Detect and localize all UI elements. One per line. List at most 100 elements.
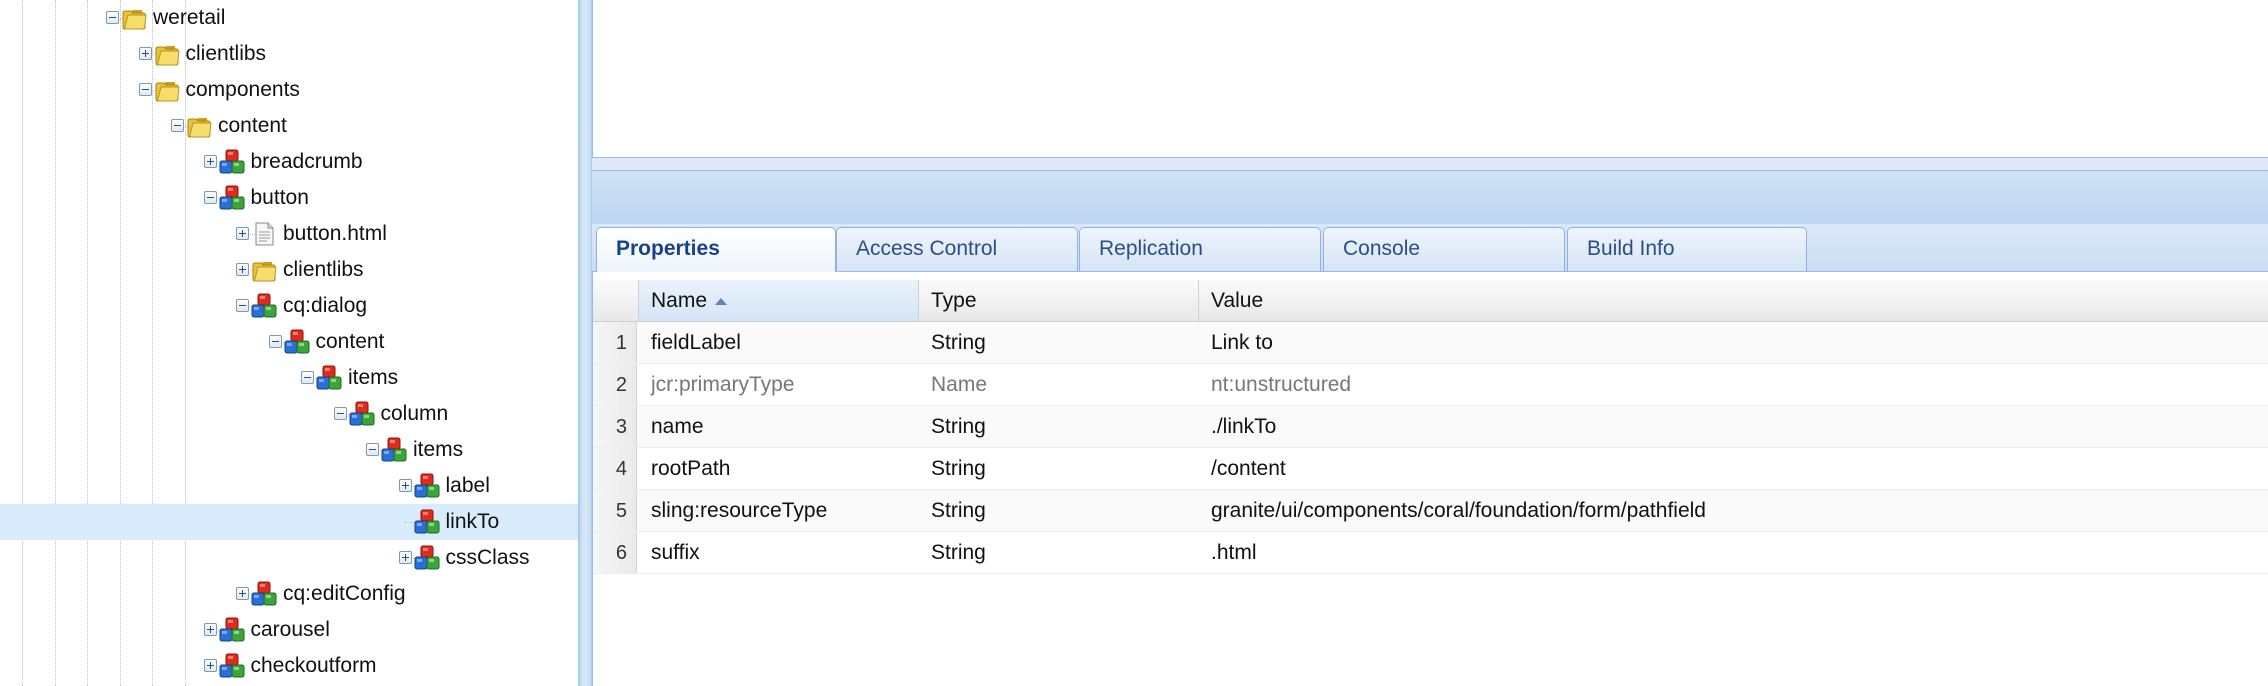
tree-node-label: components — [185, 78, 300, 101]
expand-icon[interactable] — [236, 587, 249, 600]
table-row[interactable]: 3 name String ./linkTo — [593, 406, 2268, 448]
tree-node-button[interactable]: button — [0, 180, 578, 216]
cell-type[interactable]: String — [919, 532, 1199, 573]
component-node-icon — [219, 185, 245, 211]
tree-node-label: clientlibs — [185, 42, 267, 65]
row-number: 1 — [593, 322, 637, 363]
folder-icon — [154, 41, 180, 67]
tree-node-label: button.html — [283, 222, 387, 245]
row-number: 6 — [593, 532, 637, 573]
cell-name[interactable]: rootPath — [639, 448, 919, 489]
cell-name[interactable]: fieldLabel — [639, 322, 919, 363]
cell-value[interactable]: nt:unstructured — [1199, 364, 2268, 405]
tree-node-items[interactable]: items — [0, 360, 578, 396]
cell-type[interactable]: String — [919, 406, 1199, 447]
collapse-icon[interactable] — [203, 191, 217, 204]
folder-icon — [154, 77, 180, 103]
tree-node-content[interactable]: content — [0, 108, 578, 144]
tree-node-label: checkoutform — [250, 654, 377, 677]
row-number: 3 — [593, 406, 637, 447]
tab-console[interactable]: Console — [1323, 227, 1565, 271]
tree-node-cq-editconfig[interactable]: cq:editConfig — [0, 576, 578, 612]
collapse-icon[interactable] — [366, 443, 379, 456]
tree-node-checkoutform[interactable]: checkoutform — [0, 648, 578, 684]
tree-node-linkto[interactable]: linkTo — [0, 504, 578, 540]
row-number: 2 — [593, 364, 637, 405]
header-type[interactable]: Type — [919, 280, 1199, 321]
cell-type[interactable]: String — [919, 490, 1199, 531]
tab-bar: Properties Access Control Replication Conso… — [592, 224, 2268, 273]
folder-icon — [186, 113, 212, 139]
tree-node-items[interactable]: items — [0, 432, 578, 468]
expand-icon[interactable] — [236, 227, 249, 240]
header-value[interactable]: Value — [1199, 280, 2268, 321]
tab-replication[interactable]: Replication — [1079, 227, 1321, 271]
panel-splitter[interactable] — [578, 0, 592, 686]
cell-value[interactable]: ./linkTo — [1199, 406, 2268, 447]
tree-node-clientlibs[interactable]: clientlibs — [0, 252, 578, 288]
properties-grid: Name Type Value 1 fieldLabel String Link to… — [592, 272, 2268, 686]
table-row[interactable]: 4 rootPath String/content — [593, 448, 2268, 490]
table-row[interactable]: 6 suffix String .html — [593, 532, 2268, 574]
cell-value[interactable]: .html — [1199, 532, 2268, 573]
tree-node-label[interactable]: label — [0, 468, 578, 504]
cell-name[interactable]: suffix — [639, 532, 919, 573]
expand-icon[interactable] — [138, 47, 152, 60]
file-icon — [251, 221, 277, 247]
cell-type[interactable]: Name — [919, 364, 1199, 405]
cell-name[interactable]: name — [639, 406, 919, 447]
tree-node-label: breadcrumb — [250, 150, 363, 173]
repository-tree[interactable]: weretail clientlibs components content bread… — [0, 0, 578, 686]
tree-node-carousel[interactable]: carousel — [0, 612, 578, 648]
collapse-icon[interactable] — [301, 371, 314, 384]
table-row[interactable]: 2 jcr:primaryType Name nt:unstructured — [593, 364, 2268, 406]
expand-icon[interactable] — [398, 479, 412, 492]
tree-node-clientlibs[interactable]: clientlibs — [0, 36, 578, 72]
collapse-icon[interactable] — [333, 407, 347, 420]
header-name[interactable]: Name — [639, 280, 919, 321]
cell-value[interactable]: granite/ui/components/coral/foundation/f… — [1199, 490, 2268, 531]
table-row[interactable]: 5 sling:resourceType String granite/ui/comp… — [593, 490, 2268, 532]
tree-node-label: cq:dialog — [283, 294, 368, 317]
tree-node-column[interactable]: column — [0, 396, 578, 432]
cell-name[interactable]: sling:resourceType — [639, 490, 919, 531]
table-row[interactable]: 1 fieldLabel String Link to — [593, 322, 2268, 364]
tab-properties[interactable]: Properties — [596, 227, 836, 273]
expand-icon[interactable] — [203, 155, 217, 168]
tree-node-label: column — [380, 402, 449, 425]
tree-node-breadcrumb[interactable]: breadcrumb — [0, 144, 578, 180]
expand-icon[interactable] — [203, 623, 217, 636]
collapse-icon[interactable] — [106, 11, 119, 24]
tree-node-label: items — [348, 366, 399, 389]
component-node-icon — [381, 437, 407, 463]
tree-node-components[interactable]: components — [0, 72, 578, 108]
component-node-icon — [251, 581, 277, 607]
expand-icon[interactable] — [236, 263, 249, 276]
folder-icon — [121, 5, 147, 31]
tree-node-weretail[interactable]: weretail — [0, 0, 578, 36]
tree-node-cq-dialog[interactable]: cq:dialog — [0, 288, 578, 324]
collapse-icon[interactable] — [268, 335, 282, 348]
tree-node-label: items — [413, 438, 464, 461]
component-node-icon — [349, 401, 375, 427]
collapse-icon[interactable] — [138, 83, 152, 96]
component-node-icon — [219, 617, 245, 643]
component-node-icon — [414, 473, 440, 499]
cell-type[interactable]: String — [919, 322, 1199, 363]
collapse-icon[interactable] — [236, 299, 249, 312]
expand-icon[interactable] — [203, 659, 217, 672]
cell-value[interactable]: Link to — [1199, 322, 2268, 363]
tab-access-control[interactable]: Access Control — [836, 227, 1078, 271]
tree-node-cssclass[interactable]: cssClass — [0, 540, 578, 576]
tree-node-content[interactable]: content — [0, 324, 578, 360]
main-panel: Properties Access Control Replication Conso… — [592, 0, 2268, 686]
component-node-icon — [414, 509, 440, 535]
header-rownum — [593, 280, 639, 321]
tab-build-info[interactable]: Build Info — [1567, 227, 1807, 271]
cell-value[interactable]: /content — [1199, 448, 2268, 489]
cell-type[interactable]: String — [919, 448, 1199, 489]
expand-icon[interactable] — [398, 551, 412, 564]
cell-name[interactable]: jcr:primaryType — [639, 364, 919, 405]
tree-node-button-html[interactable]: button.html — [0, 216, 578, 252]
collapse-icon[interactable] — [171, 119, 184, 132]
